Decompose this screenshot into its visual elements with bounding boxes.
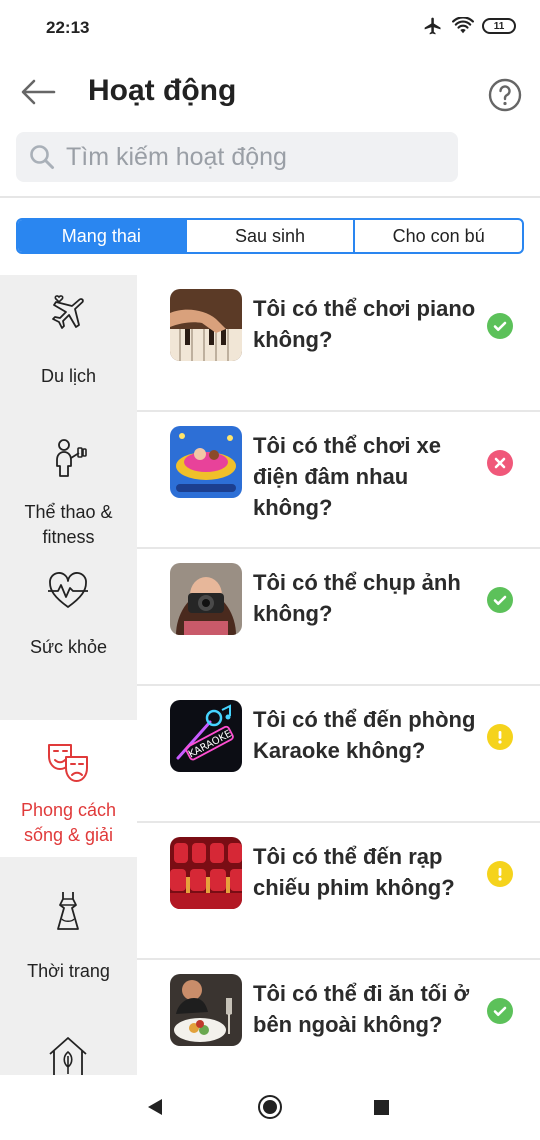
activity-title: Tôi có thể đi ăn tối ở bên ngoài không? [253,981,470,1037]
app-header: Hoạt động [0,60,540,126]
category-du-lich[interactable]: Du lịch [0,275,137,412]
category-label: Thể thao & fitness [24,502,113,547]
category-phong-cach-song[interactable]: Phong cách sống & giải [0,720,137,857]
category-the-thao[interactable]: Thể thao & fitness [0,412,137,549]
status-time: 22:13 [46,18,90,37]
category-label: Thời trang [27,961,110,981]
system-nav-bar [0,1075,540,1140]
help-button[interactable] [488,78,522,112]
activity-title: Tôi có thể đến rạp chiếu phim không? [253,844,455,900]
arrow-left-icon [21,79,56,105]
category-sidebar: Du lịch Thể thao & fitness Sức khỏe Phon… [0,275,137,1075]
category-label: Sức khỏe [29,637,108,657]
activity-title: Tôi có thể đến phòng Karaoke không? [253,707,476,763]
category-thoi-trang[interactable]: Thời trang [0,857,137,994]
battery-indicator: 11 [482,18,516,34]
check-icon [487,998,513,1024]
activity-title: Tôi có thể chơi piano không? [253,296,476,352]
airplane-mode-icon [424,17,441,35]
list-item[interactable]: KARAOKE Tôi có thể đến phòng Karaoke khô… [137,686,540,823]
fitness-person-icon [56,439,87,477]
warning-icon [487,861,513,887]
battery-level: 11 [493,20,505,32]
cross-icon [487,450,513,476]
camera-thumbnail [170,563,242,635]
category-nha-cua[interactable] [0,994,137,1075]
tab-cho-con-bu[interactable]: Cho con bú [355,220,522,252]
nav-recents-icon[interactable] [374,1100,389,1115]
cinema-thumbnail [170,837,242,909]
airplane-heart-icon [52,295,84,329]
list-item[interactable]: Tôi có thể chụp ảnh không? [137,549,540,686]
warning-icon [487,724,513,750]
search-box[interactable] [16,132,458,182]
status-icons: 11 [422,16,516,36]
check-icon [487,587,513,613]
nav-back-icon[interactable] [148,1099,162,1115]
activity-title: Tôi có thể chơi xe điện đâm nhau không? [253,433,442,520]
search-icon [30,145,54,169]
tab-mang-thai[interactable]: Mang thai [18,220,187,252]
page-title: Hoạt động [88,74,237,107]
nav-home-icon[interactable] [258,1095,282,1119]
stage-tabs: Mang thai Sau sinh Cho con bú [16,218,524,254]
search-input[interactable] [66,132,451,182]
house-leaf-icon [49,1037,87,1075]
category-label: Phong cách sống & giải [20,800,117,845]
wifi-icon [452,17,474,34]
tab-sau-sinh[interactable]: Sau sinh [187,220,356,252]
help-circle-icon [488,78,522,112]
status-bar: 22:13 11 [0,0,540,56]
header-divider [0,196,540,198]
dress-icon [57,892,79,930]
category-suc-khoe[interactable]: Sức khỏe [0,549,137,686]
heart-pulse-icon [48,572,88,608]
bumper-car-thumbnail [170,426,242,498]
list-item[interactable]: Tôi có thể chơi piano không? [137,275,540,412]
dinner-thumbnail [170,974,242,1046]
check-icon [487,313,513,339]
list-item[interactable]: Tôi có thể chơi xe điện đâm nhau không? [137,412,540,549]
piano-thumbnail [170,289,242,361]
activity-list: Tôi có thể chơi piano không? Tôi có thể … [137,275,540,1075]
list-item[interactable]: Tôi có thể đến rạp chiếu phim không? [137,823,540,960]
list-item[interactable]: Tôi có thể đi ăn tối ở bên ngoài không? [137,960,540,1075]
activity-title: Tôi có thể chụp ảnh không? [253,570,461,626]
theater-masks-icon [48,744,88,782]
category-label: Du lịch [40,366,97,386]
back-button[interactable] [18,74,58,110]
karaoke-thumbnail: KARAOKE [170,700,242,772]
